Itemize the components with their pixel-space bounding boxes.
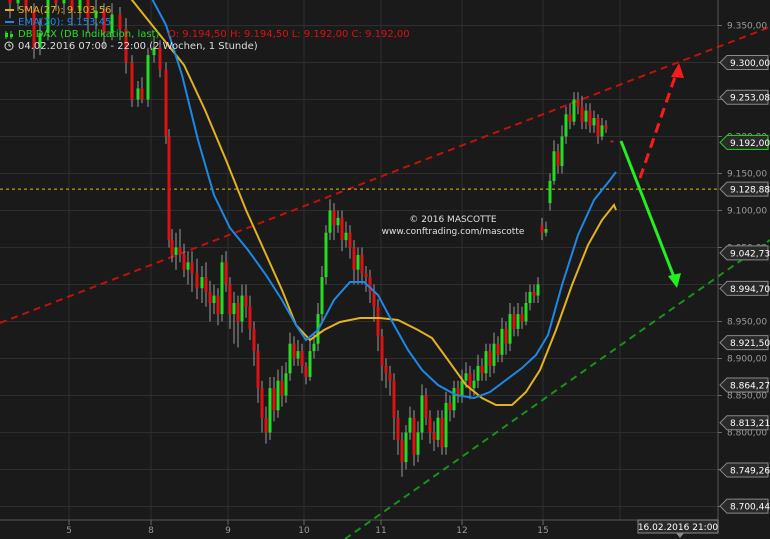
x-tick-label: 11	[375, 526, 386, 536]
ema-legend-swatch	[5, 21, 14, 23]
price-tag: 9.300,00	[719, 55, 770, 70]
y-tick-label: 9.350,00	[727, 22, 767, 32]
price-tag: 8.700,44	[719, 498, 770, 514]
price-tag-label: 8.921,50	[730, 339, 770, 349]
price-chart[interactable]: 9.350,009.300,009.250,009.200,009.150,00…	[0, 0, 770, 539]
price-tag-label: 8.864,27	[730, 381, 770, 391]
candle-down	[164, 62, 168, 144]
price-tag-label: 9.128,88	[730, 186, 770, 196]
x-tick-label: 9	[225, 526, 231, 536]
y-tick-label: 8.950,00	[727, 318, 767, 328]
x-tick-label: 12	[456, 526, 467, 536]
crosshair-date-label: 16.02.2016 21:00	[638, 523, 719, 533]
price-tag-label: 8.749,26	[730, 467, 770, 477]
price-tag-label: 8.700,44	[730, 503, 770, 513]
period-legend-label: 04.02.2016 07:00 - 22:00 (2 Wochen, 1 St…	[18, 41, 258, 52]
chart-background	[0, 0, 770, 539]
candle-up	[146, 47, 150, 107]
x-tick-label: 8	[148, 526, 154, 536]
price-tag-label: 9.253,08	[730, 94, 770, 104]
x-tick-label: 5	[66, 526, 72, 536]
price-tag: 8.813,21	[719, 415, 770, 431]
y-tick-label: 8.850,00	[727, 392, 767, 402]
ema-legend-label: EMA(20): 9.153,45	[18, 17, 111, 28]
price-tag-label: 9.042,73	[730, 249, 770, 259]
candle-down	[130, 55, 134, 107]
price-tag: 8.864,27	[719, 377, 770, 393]
candle-up	[324, 225, 328, 285]
price-tag: 8.921,50	[719, 335, 770, 351]
candle-up	[220, 254, 224, 322]
price-tag-label: 8.994,70	[730, 285, 770, 295]
x-tick-label: 15	[537, 526, 548, 536]
watermark-url: www.conftrading.com/mascotte	[382, 227, 525, 237]
sma-legend-label: SMA(27): 9.103,56	[18, 5, 111, 16]
price-tag: 8.994,70	[719, 280, 770, 296]
price-tag-label: 9.300,00	[730, 59, 770, 69]
price-tag-label: 8.813,21	[730, 419, 770, 429]
candle-down	[167, 129, 171, 248]
watermark-copyright: © 2016 MASCOTTE	[409, 215, 496, 225]
price-tag: 9.042,73	[719, 245, 770, 261]
candle-down	[610, 140, 614, 143]
price-tag: 9.253,08	[719, 89, 770, 105]
current-price-tag: 9.192,00	[719, 134, 770, 150]
ohlc-legend-values: O: 9.194,50 H: 9.194,50 L: 9.192,00 C: 9…	[168, 29, 410, 40]
sma-legend-swatch	[5, 9, 14, 11]
x-tick-label: 10	[298, 526, 310, 536]
y-tick-label: 9.100,00	[727, 207, 767, 217]
price-tag: 8.749,26	[719, 462, 770, 478]
instrument-legend-label: DB DAX (DB Indikation, last)	[18, 29, 159, 40]
y-tick-label: 8.900,00	[727, 355, 767, 365]
price-tag: 9.128,88	[719, 181, 770, 197]
price-tag-label: 9.192,00	[730, 139, 770, 149]
y-tick-label: 9.150,00	[727, 170, 767, 180]
